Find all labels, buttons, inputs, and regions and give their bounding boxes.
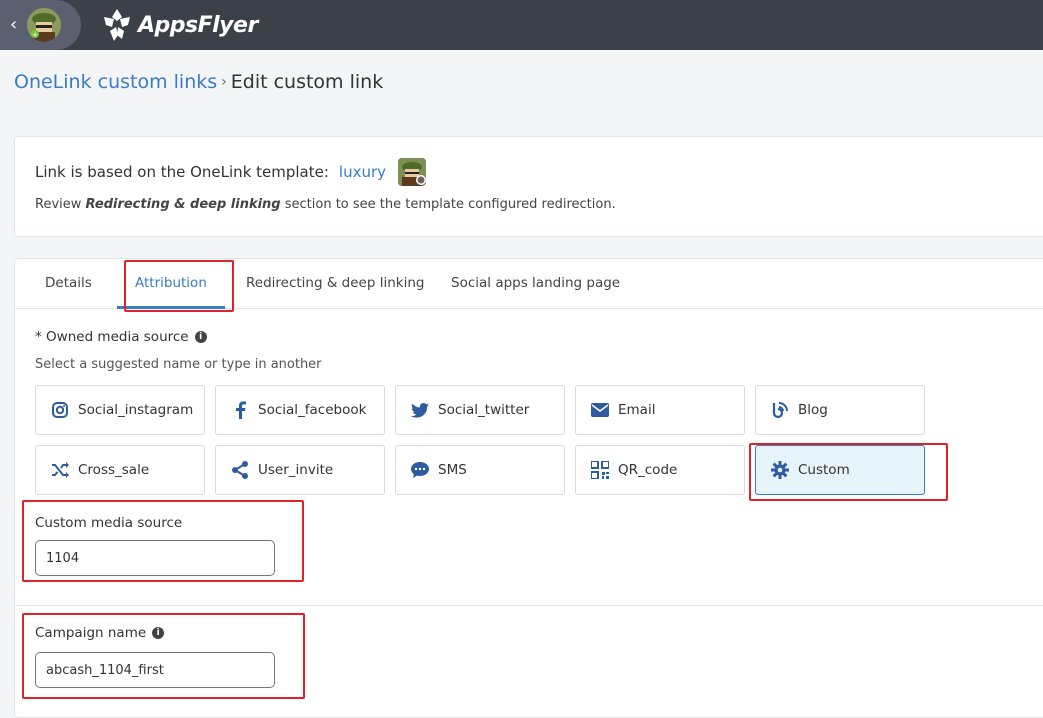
review-hint-section: Redirecting & deep linking: [85, 197, 281, 212]
source-button-social-facebook[interactable]: Social_facebook: [215, 385, 385, 435]
template-link[interactable]: luxury: [339, 163, 386, 181]
owned-media-hint: Select a suggested name or type in anoth…: [35, 357, 322, 372]
tab-redirecting-deep-linking[interactable]: Redirecting & deep linking: [246, 259, 424, 309]
instagram-icon: [50, 400, 70, 420]
source-button-label: Email: [618, 402, 656, 418]
campaign-name-input[interactable]: [35, 652, 275, 688]
source-button-blog[interactable]: Blog: [755, 385, 925, 435]
svg-text:+: +: [32, 31, 38, 39]
breadcrumb: OneLink custom links › Edit custom link: [14, 68, 383, 96]
breadcrumb-separator: ›: [221, 74, 227, 90]
source-button-label: Social_facebook: [258, 402, 367, 418]
appsflyer-logo-icon: [104, 9, 130, 41]
review-hint-before: Review: [35, 197, 86, 212]
brand-logo[interactable]: AppsFlyer: [100, 7, 258, 43]
source-button-label: QR_code: [618, 462, 678, 478]
info-icon[interactable]: i: [194, 331, 207, 343]
info-icon[interactable]: i: [152, 627, 165, 639]
twitter-icon: [410, 400, 430, 420]
source-button-social-twitter[interactable]: Social_twitter: [395, 385, 565, 435]
tab-details[interactable]: Details: [45, 259, 92, 309]
app-avatar[interactable]: +: [27, 8, 61, 42]
source-button-label: Custom: [798, 462, 850, 478]
source-button-cross-sale[interactable]: Cross_sale: [35, 445, 205, 495]
envelope-icon: [590, 400, 610, 420]
source-button-label: User_invite: [258, 462, 334, 478]
review-hint: Review Redirecting & deep linking sectio…: [35, 197, 616, 212]
top-bar: ‹ + AppsFlyer: [0, 0, 1043, 50]
source-button-qr-code[interactable]: QR_code: [575, 445, 745, 495]
tab-bar: Details Attribution Redirecting & deep l…: [15, 259, 1043, 309]
gear-icon: [770, 460, 790, 480]
owned-media-source-label-text: * Owned media source: [35, 329, 189, 345]
custom-media-source-label: Custom media source: [35, 515, 183, 531]
section-divider: [15, 605, 1043, 606]
source-button-user-invite[interactable]: User_invite: [215, 445, 385, 495]
owned-media-source-label: * Owned media source i: [35, 329, 207, 345]
chat-bubble-icon: [410, 460, 430, 480]
source-button-label: Cross_sale: [78, 462, 150, 478]
template-info-card: Link is based on the OneLink template: l…: [14, 136, 1043, 237]
breadcrumb-parent-link[interactable]: OneLink custom links: [14, 71, 217, 93]
source-button-label: SMS: [438, 462, 467, 478]
template-app-icon: [398, 158, 427, 186]
page-title: Edit custom link: [230, 71, 384, 93]
facebook-icon: [230, 400, 250, 420]
blog-icon: [770, 400, 790, 420]
app-switcher[interactable]: ‹ +: [0, 0, 81, 50]
source-button-label: Blog: [798, 402, 828, 418]
tab-social-apps-landing-page[interactable]: Social apps landing page: [451, 259, 620, 309]
custom-media-source-input[interactable]: [35, 540, 275, 576]
chevron-left-icon[interactable]: ‹: [10, 15, 26, 35]
share-icon: [230, 460, 250, 480]
qr-code-icon: [590, 460, 610, 480]
attribution-card: Details Attribution Redirecting & deep l…: [14, 258, 1043, 718]
brand-name: AppsFlyer: [138, 12, 258, 38]
template-info-text: Link is based on the OneLink template:: [35, 163, 329, 181]
source-button-label: Social_twitter: [438, 402, 530, 418]
source-button-label: Social_instagram: [78, 402, 194, 418]
shuffle-icon: [50, 460, 70, 480]
source-button-social-instagram[interactable]: Social_instagram: [35, 385, 205, 435]
campaign-name-label-text: Campaign name: [35, 625, 147, 641]
source-button-email[interactable]: Email: [575, 385, 745, 435]
source-button-sms[interactable]: SMS: [395, 445, 565, 495]
source-button-custom[interactable]: Custom: [755, 445, 925, 495]
review-hint-after: section to see the template configured r…: [280, 197, 616, 212]
template-info-line: Link is based on the OneLink template: l…: [35, 157, 427, 187]
campaign-name-label: Campaign name i: [35, 625, 165, 641]
tab-attribution[interactable]: Attribution: [117, 259, 225, 309]
